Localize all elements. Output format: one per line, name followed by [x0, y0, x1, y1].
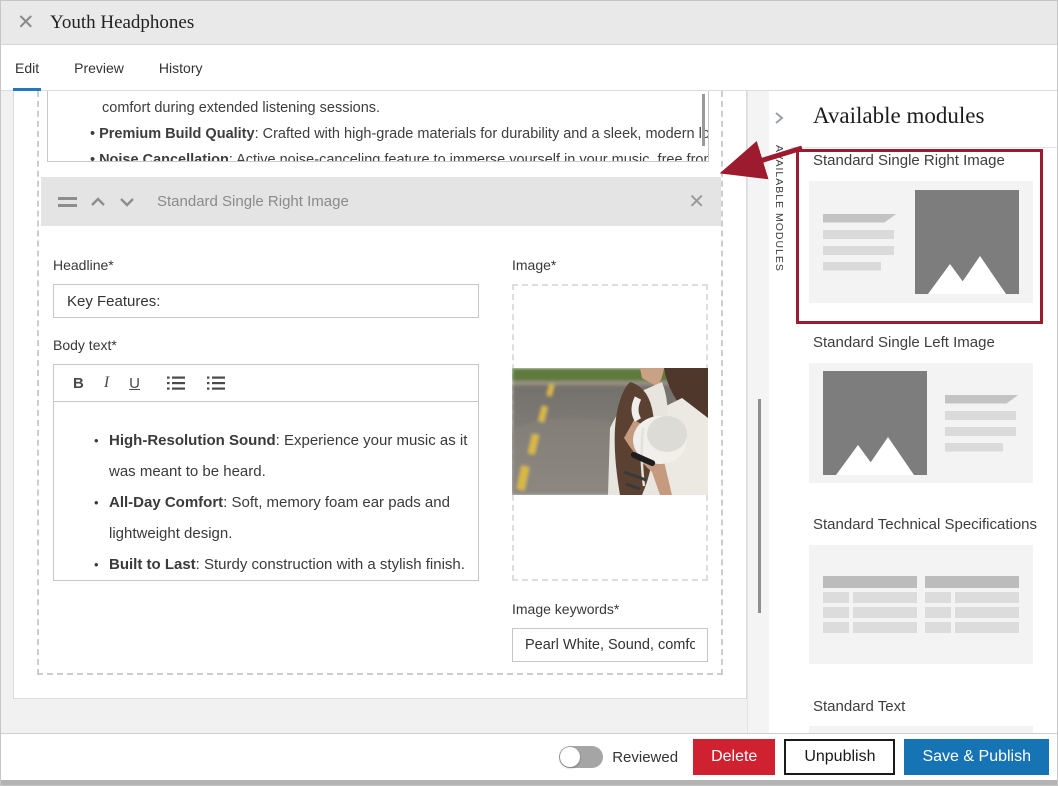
headline-label: Headline*	[53, 257, 114, 273]
move-up-icon[interactable]	[90, 196, 106, 208]
sidebar-collapse-strip: AVAILABLE MODULES	[769, 91, 791, 733]
divider	[791, 147, 1058, 148]
module-card-thumbnail-left-image[interactable]	[809, 363, 1033, 483]
move-down-icon[interactable]	[119, 196, 135, 208]
module-title: Standard Single Right Image	[157, 193, 349, 210]
cms-editor-window: ✕ Youth Headphones Edit Preview History …	[0, 0, 1058, 786]
sidebar-title: Available modules	[813, 103, 984, 129]
italic-icon[interactable]: I	[104, 374, 109, 392]
tab-history[interactable]: History	[157, 45, 205, 91]
module-card-title[interactable]: Standard Text	[813, 698, 905, 715]
headline-input[interactable]	[53, 284, 479, 318]
module-image-preview[interactable]	[512, 368, 708, 495]
reviewed-toggle[interactable]	[559, 746, 603, 768]
tab-preview[interactable]: Preview	[72, 45, 126, 91]
underline-icon[interactable]: U	[129, 375, 140, 392]
body-bullet: Built to Last: Sturdy construction with …	[94, 549, 468, 580]
window-header: ✕ Youth Headphones	[1, 1, 1058, 45]
module-card-thumbnail-right-image[interactable]	[809, 181, 1033, 303]
image-placeholder-icon	[823, 371, 927, 475]
page-title: Youth Headphones	[50, 12, 194, 34]
collapse-strip-label[interactable]: AVAILABLE MODULES	[773, 145, 785, 272]
bold-icon[interactable]: B	[73, 375, 84, 392]
reviewed-label: Reviewed	[612, 749, 678, 766]
module-card-thumbnail-table[interactable]	[809, 545, 1033, 664]
delete-button[interactable]: Delete	[693, 739, 775, 775]
module-remove-icon[interactable]: ✕	[688, 189, 705, 214]
body-bullet: High-Resolution Sound: Experience your m…	[94, 425, 468, 487]
unordered-list-icon[interactable]	[206, 375, 226, 391]
richtext-toolbar: B I U	[53, 364, 479, 402]
module-card-title[interactable]: Standard Technical Specifications	[813, 516, 1037, 533]
toggle-knob	[560, 747, 580, 767]
tab-bar: Edit Preview History	[1, 45, 1058, 91]
collapse-chevron-icon[interactable]	[772, 111, 786, 130]
drag-handle-icon[interactable]	[58, 197, 77, 207]
tab-edit[interactable]: Edit	[13, 45, 41, 91]
image-keywords-input[interactable]	[512, 628, 708, 662]
module-header: Standard Single Right Image ✕	[41, 177, 721, 226]
module-card-title[interactable]: Standard Single Right Image	[813, 152, 1005, 169]
action-bar: Reviewed Delete Unpublish Save & Publish	[1, 733, 1058, 780]
vertical-scrollbar[interactable]	[758, 399, 761, 613]
module-card-thumbnail-text[interactable]	[809, 726, 1033, 733]
image-placeholder-icon	[915, 190, 1019, 294]
ordered-list-icon[interactable]	[166, 375, 186, 391]
save-publish-button[interactable]: Save & Publish	[904, 739, 1049, 775]
unpublish-button[interactable]: Unpublish	[784, 739, 895, 775]
window-bottom-edge	[1, 780, 1058, 786]
module-card-title[interactable]: Standard Single Left Image	[813, 334, 995, 351]
close-icon[interactable]: ✕	[17, 14, 35, 32]
body-text-label: Body text*	[53, 337, 117, 353]
body-bullet: All-Day Comfort: Soft, memory foam ear p…	[94, 487, 468, 549]
image-label: Image*	[512, 257, 556, 273]
richtext-content[interactable]: High-Resolution Sound: Experience your m…	[53, 401, 479, 581]
available-modules-panel: Available modules Standard Single Right …	[791, 91, 1058, 733]
image-keywords-label: Image keywords*	[512, 601, 619, 617]
